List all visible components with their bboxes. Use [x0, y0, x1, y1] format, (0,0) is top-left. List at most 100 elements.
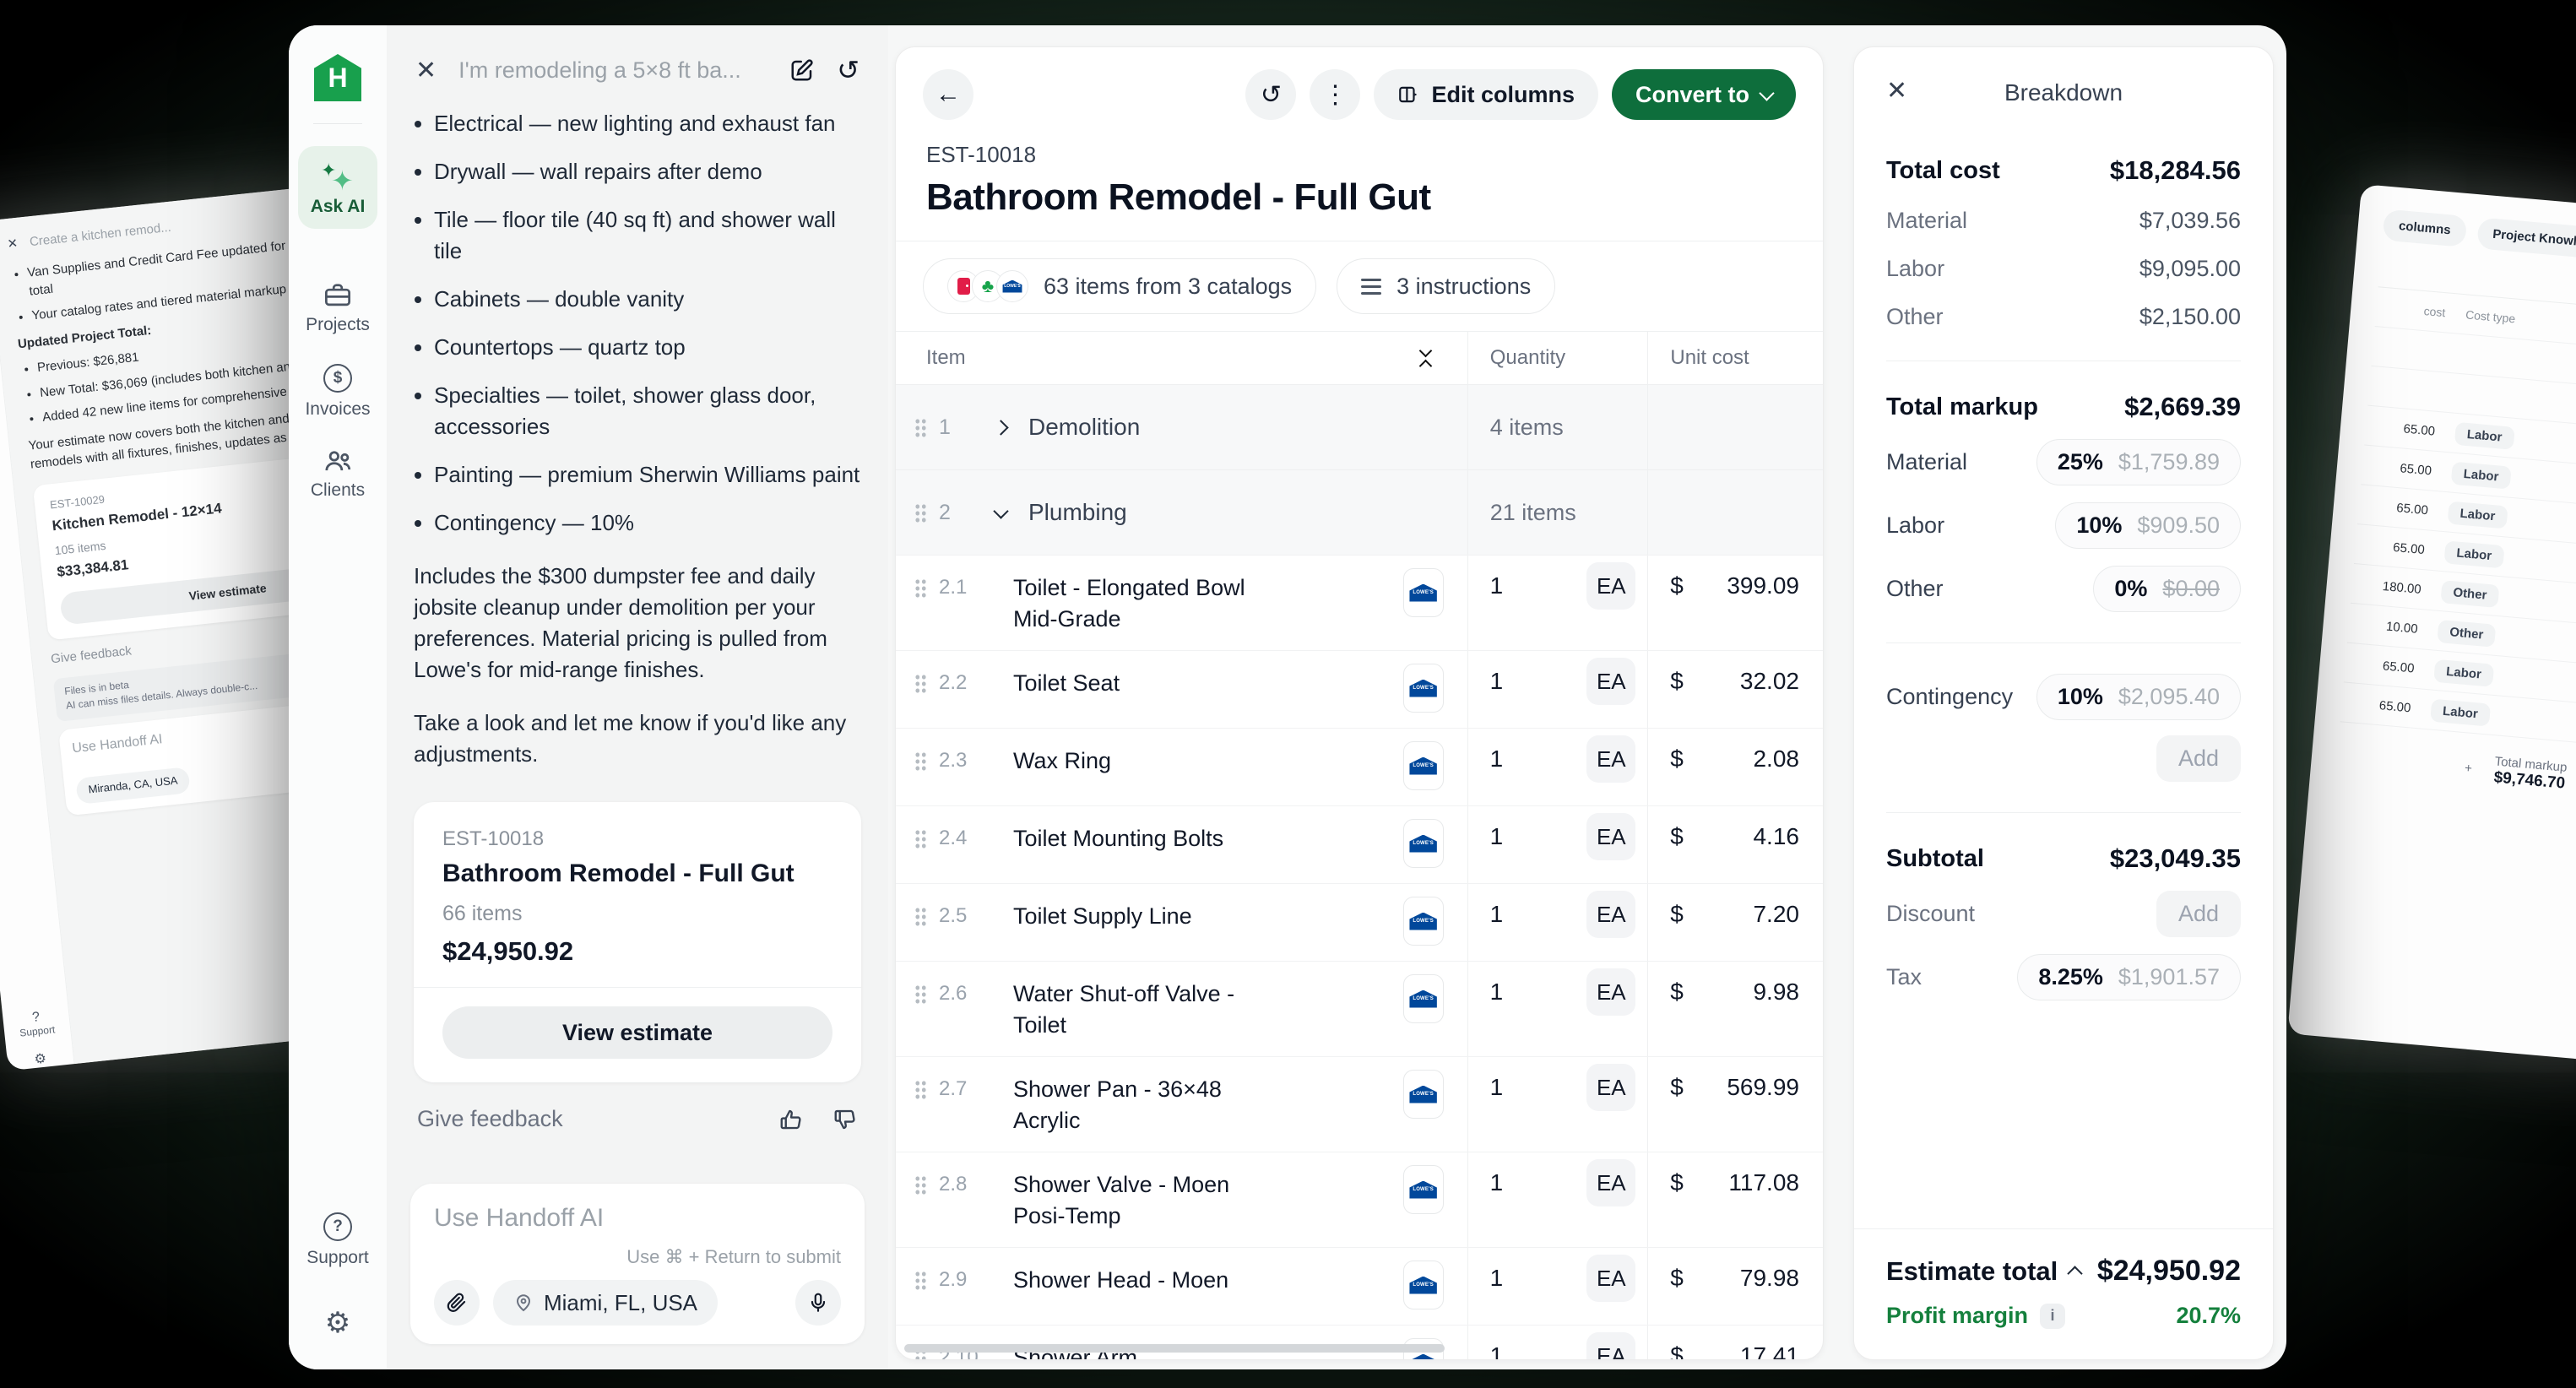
- item-name[interactable]: Toilet - Elongated Bowl Mid-Grade: [1013, 572, 1393, 635]
- item-name[interactable]: Toilet Supply Line: [1013, 901, 1393, 946]
- close-icon[interactable]: ✕: [415, 56, 437, 85]
- history-icon[interactable]: ↺: [837, 54, 860, 86]
- table-row[interactable]: 2.4 Toilet Mounting Bolts LOWE'S: [896, 805, 1823, 883]
- unit-chip[interactable]: EA: [1586, 891, 1635, 938]
- unit-chip[interactable]: EA: [1586, 813, 1635, 860]
- table-row[interactable]: 2.8 Shower Valve - Moen Posi-Temp LOWE'S: [896, 1152, 1823, 1247]
- unit-cost-value[interactable]: 17.41: [1740, 1342, 1799, 1360]
- quantity-value[interactable]: 1: [1490, 979, 1504, 1056]
- quantity-value[interactable]: 1: [1490, 746, 1504, 805]
- table-row[interactable]: 2.6 Water Shut-off Valve - Toilet LOWE'S: [896, 961, 1823, 1056]
- kebab-menu-button[interactable]: ⋮: [1310, 69, 1360, 120]
- info-icon[interactable]: i: [2040, 1304, 2065, 1329]
- table-row[interactable]: 2.5 Toilet Supply Line LOWE'S 1: [896, 883, 1823, 961]
- undo-button[interactable]: ↺: [1245, 69, 1296, 120]
- table-row[interactable]: 2.3 Wax Ring LOWE'S 1: [896, 728, 1823, 805]
- drag-handle[interactable]: [914, 751, 927, 771]
- quantity-value[interactable]: 1: [1490, 1169, 1504, 1247]
- thumbs-up-icon[interactable]: [778, 1107, 804, 1132]
- new-chat-icon[interactable]: [789, 57, 815, 83]
- unit-chip[interactable]: EA: [1586, 562, 1635, 610]
- group-row-demolition[interactable]: 1 Demolition 4 items: [896, 384, 1823, 469]
- sidebar-item-invoices[interactable]: $ Invoices: [305, 364, 370, 420]
- unit-chip[interactable]: EA: [1586, 658, 1635, 705]
- handoff-logo-icon[interactable]: H: [314, 54, 361, 101]
- table-row[interactable]: 2.2 Toilet Seat LOWE'S 1: [896, 650, 1823, 728]
- table-row[interactable]: 2.7 Shower Pan - 36×48 Acrylic LOWE'S: [896, 1056, 1823, 1152]
- convert-to-button[interactable]: Convert to: [1612, 69, 1796, 120]
- drag-handle[interactable]: [914, 503, 927, 523]
- give-feedback-label[interactable]: Give feedback: [417, 1106, 563, 1132]
- drag-handle[interactable]: [914, 1175, 927, 1195]
- quantity-value[interactable]: 1: [1490, 823, 1504, 883]
- drag-handle[interactable]: [914, 1080, 927, 1099]
- unit-chip[interactable]: EA: [1586, 1159, 1635, 1206]
- horizontal-scrollbar[interactable]: [904, 1344, 1445, 1353]
- drag-handle[interactable]: [914, 829, 927, 849]
- unit-cost-value[interactable]: 9.98: [1753, 979, 1799, 1056]
- drag-handle[interactable]: [914, 984, 927, 1004]
- markup-pill[interactable]: 10% $909.50: [2055, 502, 2241, 549]
- instructions-pill[interactable]: 3 instructions: [1337, 258, 1555, 314]
- sidebar-item-clients[interactable]: Clients: [311, 448, 365, 501]
- drag-handle[interactable]: [914, 1271, 927, 1290]
- chat-thread-title[interactable]: I'm remodeling a 5×8 ft ba...: [458, 57, 767, 84]
- back-button[interactable]: ←: [923, 69, 973, 120]
- item-name[interactable]: Shower Pan - 36×48 Acrylic: [1013, 1074, 1393, 1136]
- quantity-value[interactable]: 1: [1490, 668, 1504, 728]
- collapse-all-icon[interactable]: [1421, 346, 1430, 371]
- edit-columns-button[interactable]: Edit columns: [1374, 69, 1598, 120]
- table-row[interactable]: 2.10 Shower Arm LOWE'S 1: [896, 1325, 1823, 1360]
- expand-chevron-right-icon[interactable]: [981, 422, 1020, 433]
- contingency-pill[interactable]: 10% $2,095.40: [2036, 674, 2241, 720]
- drag-handle[interactable]: [914, 578, 927, 598]
- drag-handle[interactable]: [914, 674, 927, 693]
- thumbs-down-icon[interactable]: [832, 1107, 858, 1132]
- settings-gear-icon[interactable]: ⚙: [325, 1309, 350, 1337]
- add-discount-button[interactable]: Add: [2156, 891, 2241, 937]
- tax-pill[interactable]: 8.25% $1,901.57: [2017, 954, 2241, 1000]
- attach-file-button[interactable]: [434, 1280, 480, 1326]
- view-estimate-button[interactable]: View estimate: [442, 1006, 832, 1059]
- microphone-button[interactable]: [795, 1280, 841, 1326]
- sidebar-item-support[interactable]: ? Support: [306, 1212, 369, 1268]
- item-name[interactable]: Shower Valve - Moen Posi-Temp: [1013, 1169, 1393, 1232]
- item-name[interactable]: Shower Head - Moen: [1013, 1265, 1393, 1309]
- unit-cost-value[interactable]: 399.09: [1727, 572, 1799, 650]
- unit-chip[interactable]: EA: [1586, 735, 1635, 783]
- table-row[interactable]: 2.1 Toilet - Elongated Bowl Mid-Grade LO…: [896, 555, 1823, 650]
- markup-pill[interactable]: 25% $1,759.89: [2036, 439, 2241, 485]
- unit-cost-value[interactable]: 79.98: [1740, 1265, 1799, 1325]
- add-button[interactable]: Add: [2156, 735, 2241, 782]
- quantity-value[interactable]: 1: [1490, 1342, 1504, 1360]
- unit-chip[interactable]: EA: [1586, 1064, 1635, 1111]
- notifications-bell-icon[interactable]: [323, 1141, 352, 1172]
- unit-cost-value[interactable]: 32.02: [1740, 668, 1799, 728]
- close-icon[interactable]: ✕: [1886, 76, 1907, 106]
- unit-chip[interactable]: EA: [1586, 1255, 1635, 1302]
- unit-cost-value[interactable]: 7.20: [1753, 901, 1799, 961]
- unit-chip[interactable]: EA: [1586, 1332, 1635, 1360]
- unit-chip[interactable]: EA: [1586, 968, 1635, 1016]
- sidebar-item-projects[interactable]: Projects: [306, 283, 370, 335]
- drag-handle[interactable]: [914, 907, 927, 926]
- location-chip[interactable]: Miami, FL, USA: [493, 1280, 718, 1326]
- catalogs-pill[interactable]: ♣ LOWE'S 63 items from 3 catalogs: [923, 258, 1316, 314]
- unit-cost-value[interactable]: 569.99: [1727, 1074, 1799, 1152]
- item-name[interactable]: Water Shut-off Valve - Toilet: [1013, 979, 1393, 1041]
- unit-cost-value[interactable]: 117.08: [1728, 1169, 1799, 1247]
- quantity-value[interactable]: 1: [1490, 1074, 1504, 1152]
- ask-ai-button[interactable]: ✦✦ Ask AI: [298, 146, 377, 229]
- group-row-plumbing[interactable]: 2 Plumbing 21 items: [896, 469, 1823, 555]
- unit-cost-value[interactable]: 2.08: [1753, 746, 1799, 805]
- drag-handle[interactable]: [914, 418, 927, 437]
- quantity-value[interactable]: 1: [1490, 1265, 1504, 1325]
- item-name[interactable]: Toilet Seat: [1013, 668, 1393, 713]
- collapse-chevron-down-icon[interactable]: [981, 509, 1020, 517]
- quantity-value[interactable]: 1: [1490, 572, 1504, 650]
- markup-pill[interactable]: 0% $0.00: [2093, 566, 2241, 612]
- unit-cost-value[interactable]: 4.16: [1753, 823, 1799, 883]
- composer-input[interactable]: Use Handoff AI: [434, 1204, 841, 1233]
- item-name[interactable]: Wax Ring: [1013, 746, 1393, 790]
- quantity-value[interactable]: 1: [1490, 901, 1504, 961]
